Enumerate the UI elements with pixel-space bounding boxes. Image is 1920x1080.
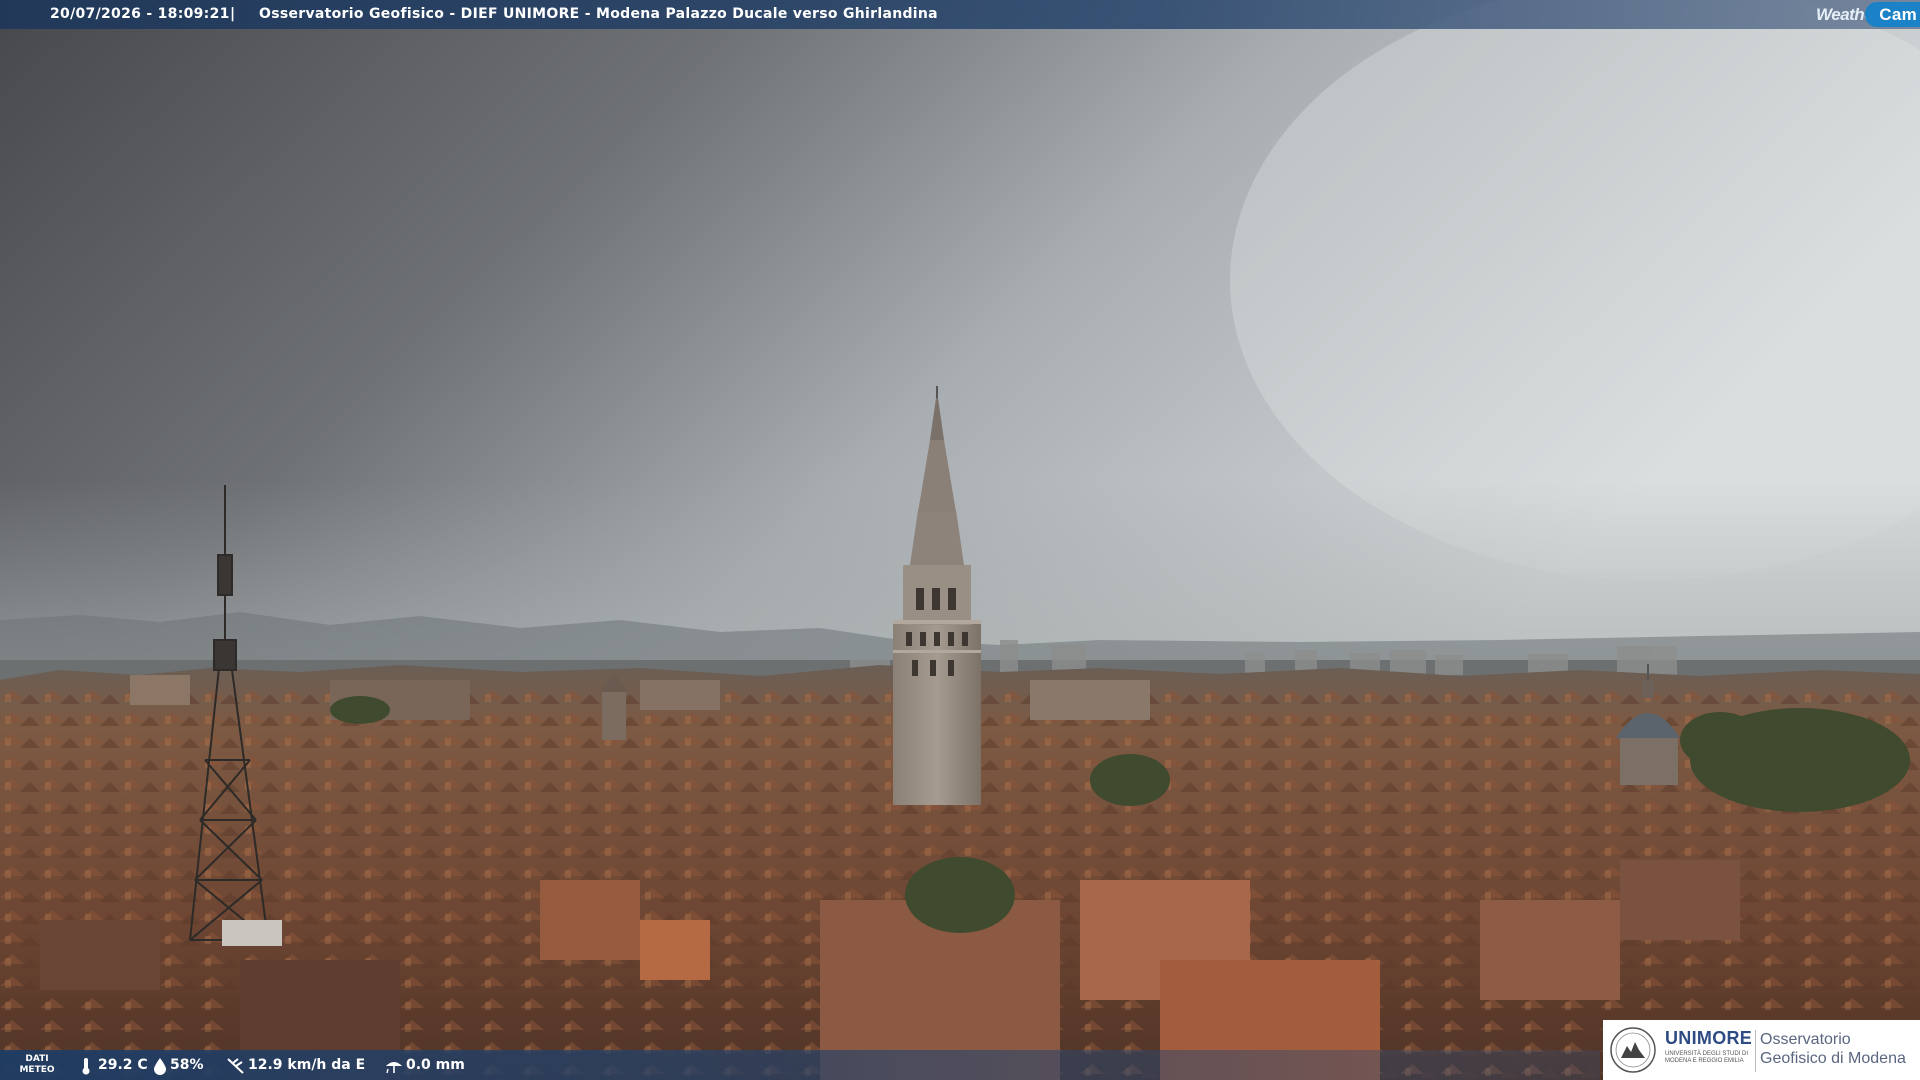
mast-equipment-box: [222, 920, 282, 946]
logo-divider: [1755, 1030, 1756, 1072]
camera-title: Osservatorio Geofisico - DIEF UNIMORE - …: [259, 6, 938, 22]
humidity-drop-icon: [154, 1058, 166, 1075]
wind-icon: [227, 1058, 244, 1074]
humidity-readout: 58%: [152, 1050, 212, 1080]
humidity-value: 58%: [170, 1057, 204, 1073]
rain-readout: 0.0 mm: [384, 1050, 474, 1080]
temperature-readout: 29.2 C: [80, 1050, 150, 1080]
unimore-subtitle: UNIVERSITÀ DEGLI STUDI DI MODENA E REGGI…: [1665, 1051, 1749, 1064]
rain-value: 0.0 mm: [406, 1057, 465, 1073]
wind-readout: 12.9 km/h da E: [226, 1050, 376, 1080]
rain-icon: [386, 1062, 402, 1074]
meteo-data-label: DATI METEO: [19, 1054, 55, 1075]
timestamp: 20/07/2026 - 18:09:21: [50, 6, 230, 22]
title-separator: |: [230, 6, 236, 22]
weather-data-bar: DATI METEO 29.2 C 58% 12.9 km/h da E 0.0…: [0, 1050, 1600, 1080]
wind-value: 12.9 km/h da E: [248, 1057, 366, 1073]
temperature-value: 29.2 C: [98, 1057, 148, 1073]
weathercam-logo-cam: Cam: [1865, 2, 1920, 27]
webcam-title-bar: 20/07/2026 - 18:09:21 | Osservatorio Geo…: [0, 0, 1920, 29]
thermometer-icon: [82, 1058, 90, 1075]
weathercam-logo: Weather Cam: [1816, 0, 1920, 29]
unimore-name: UNIMORE: [1665, 1028, 1753, 1048]
observatory-name: Osservatorio Geofisico di Modena: [1760, 1031, 1906, 1067]
university-seal-icon: [1610, 1027, 1656, 1073]
unimore-observatory-logo: UNIMORE UNIVERSITÀ DEGLI STUDI DI MODENA…: [1603, 1020, 1920, 1080]
webcam-scene: [0, 0, 1920, 1080]
